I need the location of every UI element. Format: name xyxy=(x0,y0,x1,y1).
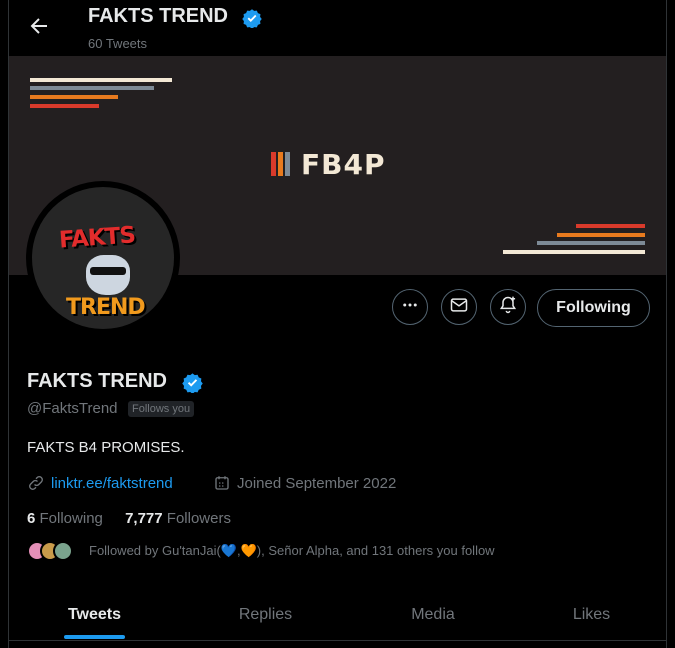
tab-likes[interactable]: Likes xyxy=(515,590,666,640)
header-name: FAKTS TREND xyxy=(88,5,228,27)
active-tab-indicator xyxy=(64,635,125,639)
profile-handle: @FaktsTrend xyxy=(27,400,118,417)
following-button[interactable]: Following xyxy=(537,289,650,327)
notifications-button[interactable] xyxy=(490,289,526,325)
top-bar: FAKTS TREND 60 Tweets xyxy=(9,0,666,56)
tweet-count: 60 Tweets xyxy=(88,36,148,51)
banner-stripe xyxy=(557,233,645,237)
profile-link-row: linktr.ee/faktstrend xyxy=(27,474,173,492)
message-button[interactable] xyxy=(441,289,477,325)
banner-stripe xyxy=(30,78,172,82)
profile-page: FAKTS TREND 60 Tweets FB4P FAKTS TREND F… xyxy=(8,0,667,648)
profile-bio: FAKTS B4 PROMISES. xyxy=(27,439,185,456)
profile-name: FAKTS TREND xyxy=(27,370,167,392)
avatar-text-bottom: TREND xyxy=(66,295,146,320)
more-button[interactable] xyxy=(392,289,428,325)
tab-tweets[interactable]: Tweets xyxy=(9,590,180,640)
fb4p-logo-bars xyxy=(271,152,301,176)
joined-date: Joined September 2022 xyxy=(237,474,397,492)
avatar[interactable]: FAKTS TREND xyxy=(26,181,180,335)
joined-row: Joined September 2022 xyxy=(213,474,396,492)
calendar-icon xyxy=(213,474,231,492)
tab-media[interactable]: Media xyxy=(351,590,515,640)
banner-stripe xyxy=(503,250,645,254)
followed-by-text: Followed by Gu'tanJai(💙,🧡), Señor Alpha,… xyxy=(89,543,495,558)
following-link[interactable]: 6 Following xyxy=(27,510,103,527)
mini-avatar xyxy=(53,541,73,561)
profile-link[interactable]: linktr.ee/faktstrend xyxy=(51,475,173,492)
bell-plus-icon xyxy=(498,295,518,320)
avatar-text-top: FAKTS xyxy=(58,222,136,254)
profile-tabs: Tweets Replies Media Likes xyxy=(9,590,666,641)
follow-counts: 6 Following 7,777 Followers xyxy=(27,510,231,527)
banner-stripe xyxy=(576,224,645,228)
more-horizontal-icon xyxy=(401,296,419,319)
link-icon xyxy=(27,474,45,492)
mail-icon xyxy=(449,295,469,320)
verified-badge-icon xyxy=(242,8,262,33)
followers-link[interactable]: 7,777 Followers xyxy=(125,510,231,527)
banner-stripe xyxy=(30,86,154,90)
back-arrow-icon[interactable] xyxy=(27,14,51,38)
banner-logo-text: FB4P xyxy=(301,148,386,181)
banner-stripe xyxy=(537,241,645,245)
avatar-glasses xyxy=(90,267,126,275)
avatar-face xyxy=(86,255,130,295)
verified-badge-icon xyxy=(182,372,203,398)
follows-you-badge: Follows you xyxy=(128,401,195,417)
banner-stripe xyxy=(30,95,118,99)
banner-stripe xyxy=(30,104,99,108)
tab-replies[interactable]: Replies xyxy=(180,590,351,640)
followed-by-row[interactable]: Followed by Gu'tanJai(💙,🧡), Señor Alpha,… xyxy=(27,541,495,561)
